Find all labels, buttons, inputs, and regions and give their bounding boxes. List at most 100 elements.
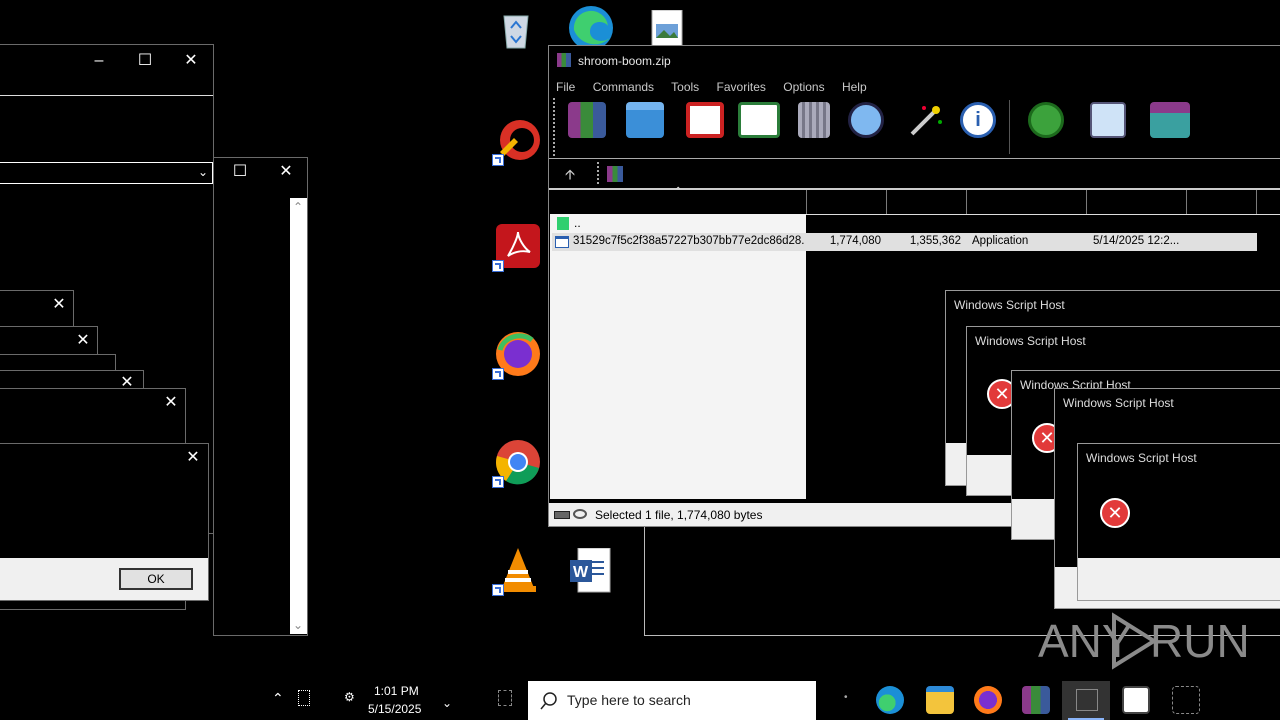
close-button[interactable]: ✕: [183, 450, 203, 466]
search-box[interactable]: Type here to search: [528, 681, 816, 720]
file-modified: 5/14/2025 12:2...: [1093, 235, 1180, 247]
menu-help[interactable]: Help: [842, 80, 867, 94]
close-button[interactable]: ✕: [276, 164, 296, 180]
column-divider[interactable]: [1256, 190, 1257, 214]
taskbar-edge-icon[interactable]: [876, 686, 904, 714]
virusscan-icon[interactable]: [1028, 102, 1064, 138]
close-button[interactable]: ✕: [181, 53, 201, 69]
taskbar-explorer-icon[interactable]: [926, 686, 954, 714]
recycle-bin-icon[interactable]: [494, 6, 538, 50]
menu-file[interactable]: File: [556, 80, 575, 94]
list-header: [550, 188, 1280, 215]
ok-button[interactable]: OK: [119, 568, 193, 590]
chrome-icon[interactable]: [492, 438, 542, 488]
close-button[interactable]: ✕: [161, 395, 181, 411]
ccleaner-icon[interactable]: [492, 116, 542, 166]
scroll-down-icon[interactable]: ⌄: [293, 618, 303, 632]
svg-text:W: W: [573, 564, 589, 581]
winrar-app-icon: [557, 53, 571, 67]
extract-to-icon[interactable]: [626, 102, 664, 138]
maximize-button[interactable]: ☐: [135, 53, 155, 69]
file-name: 31529c7f5c2f38a57227b307bb77e2dc86d28...: [573, 235, 805, 247]
vlc-icon[interactable]: [492, 546, 542, 596]
menu-favorites[interactable]: Favorites: [717, 80, 766, 94]
key-icon: [573, 509, 587, 519]
dialog-title: Windows Script Host: [1063, 396, 1174, 410]
shortcut-arrow-icon: [492, 260, 504, 272]
scroll-up-icon[interactable]: ⌃: [293, 200, 303, 214]
test-icon[interactable]: [686, 102, 724, 138]
menu-options[interactable]: Options: [783, 80, 824, 94]
menu-bar: File Commands Tools Favorites Options He…: [556, 80, 881, 94]
search-placeholder: Type here to search: [567, 692, 691, 708]
delete-icon[interactable]: [798, 102, 830, 138]
minimize-button[interactable]: –: [89, 53, 109, 69]
status-bar: Selected 1 file, 1,774,080 bytes: [549, 503, 1011, 526]
window-title: shroom-boom.zip: [578, 54, 671, 68]
shortcut-arrow-icon: [492, 368, 504, 380]
taskbar-winrar-icon[interactable]: [1022, 686, 1050, 714]
close-button[interactable]: ✕: [49, 297, 69, 313]
info-icon[interactable]: i: [960, 102, 996, 138]
dialog-title: Windows Script Host: [1086, 451, 1197, 465]
up-folder-icon[interactable]: 🡩: [565, 164, 575, 188]
file-type: Application: [972, 235, 1029, 247]
add-icon[interactable]: [568, 102, 606, 138]
archive-path-icon: [607, 166, 623, 182]
image-file-icon[interactable]: [650, 9, 684, 49]
edge-icon[interactable]: [566, 4, 616, 50]
dialog-window: ✕: [0, 290, 74, 330]
menu-commands[interactable]: Commands: [593, 80, 654, 94]
file-size: 1,774,080: [829, 235, 881, 247]
maximize-button[interactable]: ☐: [230, 164, 250, 180]
toolbar-bottom-line: [549, 158, 1280, 159]
application-file-icon: [555, 236, 569, 248]
task-view-icon[interactable]: [498, 690, 512, 706]
scrollbar[interactable]: ⌃ ⌄: [290, 198, 307, 634]
view-icon[interactable]: [738, 102, 780, 138]
comment-icon[interactable]: [1090, 102, 1126, 138]
acrobat-icon[interactable]: [492, 222, 542, 272]
list-item-parent[interactable]: ..: [554, 216, 804, 232]
wsh-dialog: Windows Script Host ✕: [1077, 443, 1280, 601]
watermark-right: RUN: [1150, 615, 1250, 667]
dialog-title: Windows Script Host: [975, 334, 1086, 348]
chevron-down-icon: ⌄: [197, 165, 208, 179]
address-dropdown[interactable]: ⌄: [0, 162, 213, 184]
column-divider[interactable]: [1186, 190, 1187, 214]
clock-time[interactable]: 1:01 PM: [374, 684, 419, 698]
column-divider[interactable]: [966, 190, 967, 214]
status-text: Selected 1 file, 1,774,080 bytes: [595, 508, 763, 522]
column-divider[interactable]: [886, 190, 887, 214]
taskbar-cmd-icon: [1076, 689, 1098, 711]
table-row[interactable]: 31529c7f5c2f38a57227b307bb77e2dc86d28...…: [552, 233, 1257, 251]
taskbar-firefox-icon[interactable]: [974, 686, 1002, 714]
notification-chevron-icon[interactable]: ⌄: [442, 696, 452, 710]
parent-folder-icon: [557, 217, 569, 230]
show-hidden-icons[interactable]: ⌃: [272, 690, 284, 707]
addressbar-grip: [597, 162, 601, 184]
network-icon[interactable]: [298, 690, 310, 706]
dialog-footer: [1078, 558, 1280, 600]
column-divider[interactable]: [806, 190, 807, 214]
clock-date[interactable]: 5/15/2025: [368, 702, 421, 716]
taskbar-active-app[interactable]: [1062, 681, 1110, 720]
toolbar-divider: [1009, 100, 1010, 154]
taskbar-script-icon[interactable]: [1122, 686, 1150, 714]
find-icon[interactable]: [848, 102, 884, 138]
firefox-icon[interactable]: [492, 330, 542, 380]
cortana-icon[interactable]: •: [844, 692, 848, 703]
word-document-icon[interactable]: W: [568, 547, 612, 594]
anyrun-watermark: ANY RUN: [1038, 612, 1250, 672]
file-packed: 1,355,362: [909, 235, 961, 247]
wizard-icon[interactable]: [906, 102, 944, 138]
volume-icon[interactable]: ⚙: [344, 690, 355, 704]
sfx-icon[interactable]: [1150, 102, 1190, 138]
taskbar-cmd-icon-2[interactable]: [1172, 686, 1200, 714]
sort-arrow-icon: ⌃: [674, 186, 683, 197]
toolbar-grip: [553, 98, 557, 156]
menu-tools[interactable]: Tools: [671, 80, 699, 94]
message-dialog: ✕ OK: [0, 443, 209, 601]
close-button[interactable]: ✕: [73, 333, 93, 349]
column-divider[interactable]: [1086, 190, 1087, 214]
